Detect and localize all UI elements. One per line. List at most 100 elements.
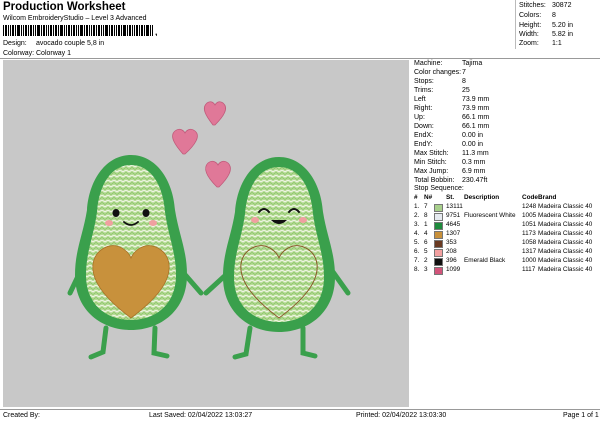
barcode: , (3, 25, 158, 36)
last-saved: Last Saved: 02/04/2022 13:03:27 (149, 412, 253, 419)
cell-code: 1248 (522, 203, 537, 210)
cell-brand: Madeira Classic 40 (538, 257, 593, 264)
cell-hash: 4. (414, 230, 420, 237)
prop-total-bobbin: Total Bobbin: 230.47ft (414, 177, 488, 184)
cell-st: 353 (446, 239, 457, 246)
cell-st: 9751 (446, 212, 461, 219)
cell-hash: 6. (414, 248, 420, 255)
prop-machine: Machine: Tajima (414, 60, 483, 67)
heart-icon (205, 160, 231, 188)
color-swatch (434, 222, 443, 230)
cell-brand: Madeira Classic 40 (538, 239, 593, 246)
cell-code: 1051 (522, 221, 537, 228)
heart-icon (204, 101, 226, 126)
cell-desc: Fluorescent White (464, 212, 516, 219)
color-swatch (434, 213, 443, 221)
created-by: Created By: (3, 412, 40, 419)
cell-n: 6 (424, 239, 428, 246)
printed-date: Printed: 02/04/2022 13:03:30 (356, 412, 447, 419)
prop-endx: EndX: 0.00 in (414, 132, 484, 139)
cell-brand: Madeira Classic 40 (538, 230, 593, 237)
right-avocado (203, 157, 351, 360)
cell-code: 1173 (522, 230, 536, 237)
cell-code: 1058 (522, 239, 537, 246)
prop-down: Down: 66.1 mm (414, 123, 490, 130)
page-title: Production Worksheet (3, 1, 126, 13)
colorway-row: Colorway: Colorway 1 (3, 50, 71, 57)
color-swatch (434, 204, 443, 212)
cell-n: 5 (424, 248, 428, 255)
cell-st: 208 (446, 248, 457, 255)
colorway-label: Colorway: (3, 50, 35, 57)
cell-brand: Madeira Classic 40 (538, 212, 593, 219)
table-row: 6. 5 208 1317 Madeira Classic 40 (414, 248, 598, 257)
table-row: 5. 6 353 1058 Madeira Classic 40 (414, 239, 598, 248)
prop-up: Up: 66.1 mm (414, 114, 490, 121)
prop-left: Left 73.9 mm (414, 96, 490, 103)
properties-panel: Machine: Tajima Color changes: 7 Stops: 8 T… (412, 60, 598, 405)
cell-hash: 8. (414, 266, 420, 273)
header-divider (0, 58, 600, 59)
design-row: Design: avocado couple 5,8 in (3, 40, 104, 47)
stop-sequence-label: Stop Sequence: (414, 185, 464, 192)
cell-n: 8 (424, 212, 428, 219)
cell-n: 2 (424, 257, 428, 264)
prop-min-stitch: Min Stitch: 0.3 mm (414, 159, 486, 166)
cell-hash: 2. (414, 212, 420, 219)
summary-stats: Stitches: 30872 Colors: 8 Height: 5.20 in W… (515, 0, 599, 49)
table-row: 3. 1 4645 1051 Madeira Classic 40 (414, 221, 598, 230)
design-value: avocado couple 5,8 in (36, 40, 105, 47)
table-row: 4. 4 1307 1173 Madeira Classic 40 (414, 230, 598, 239)
software-subtitle: Wilcom EmbroideryStudio – Level 3 Advanc… (3, 15, 147, 22)
table-row: 8. 3 1099 1117 Madeira Classic 40 (414, 266, 598, 275)
prop-max-stitch: Max Stitch: 11.3 mm (414, 150, 489, 157)
cell-code: 1117 (522, 266, 536, 273)
table-row: 1. 7 13111 1248 Madeira Classic 40 (414, 203, 598, 212)
colorway-value: Colorway 1 (36, 50, 72, 57)
prop-endy: EndY: 0.00 in (414, 141, 484, 148)
cell-n: 3 (424, 266, 428, 273)
stop-sequence-table: # N# St. Description Code Brand 1. 7 13111… (414, 194, 598, 275)
cell-hash: 5. (414, 239, 420, 246)
color-swatch (434, 231, 443, 239)
color-swatch (434, 258, 443, 266)
cell-hash: 7. (414, 257, 420, 264)
color-swatch (434, 249, 443, 257)
cell-n: 7 (424, 203, 428, 210)
cell-hash: 1. (414, 203, 420, 210)
table-row: 2. 8 9751 Fluorescent White 1005 Madeira Clas… (414, 212, 598, 221)
barcode-text: , (155, 27, 158, 36)
design-label: Design: (3, 40, 27, 47)
prop-color-changes: Color changes: 7 (414, 69, 466, 76)
cell-hash: 3. (414, 221, 420, 228)
avocado-couple-artwork (67, 101, 351, 360)
page-number: Page 1 of 1 (563, 412, 599, 419)
color-swatch (434, 240, 443, 248)
left-avocado (67, 155, 204, 360)
table-row: 7. 2 396 Emerald Black 1000 Madeira Classic 4… (414, 257, 598, 266)
cell-st: 1099 (446, 266, 461, 273)
prop-right: Right: 73.9 mm (414, 105, 490, 112)
cell-st: 396 (446, 257, 457, 264)
cell-st: 4645 (446, 221, 461, 228)
footer-divider (0, 409, 600, 410)
cell-st: 1307 (446, 230, 461, 237)
heart-icon (172, 128, 198, 155)
cell-st: 13111 (446, 203, 463, 210)
cell-brand: Madeira Classic 40 (538, 221, 593, 228)
prop-stops: Stops: 8 (414, 78, 466, 85)
table-header: # N# St. Description Code Brand (414, 194, 557, 201)
cell-desc: Emerald Black (464, 257, 506, 264)
prop-trims: Trims: 25 (414, 87, 470, 94)
cell-code: 1317 (522, 248, 537, 255)
cell-code: 1005 (522, 212, 537, 219)
cell-n: 1 (424, 221, 428, 228)
cell-n: 4 (424, 230, 428, 237)
cell-brand: Madeira Classic 40 (538, 203, 593, 210)
cell-code: 1000 (522, 257, 537, 264)
cell-brand: Madeira Classic 40 (538, 248, 593, 255)
prop-max-jump: Max Jump: 6.9 mm (414, 168, 486, 175)
color-swatch (434, 267, 443, 275)
cell-brand: Madeira Classic 40 (538, 266, 593, 273)
design-preview (3, 60, 409, 407)
